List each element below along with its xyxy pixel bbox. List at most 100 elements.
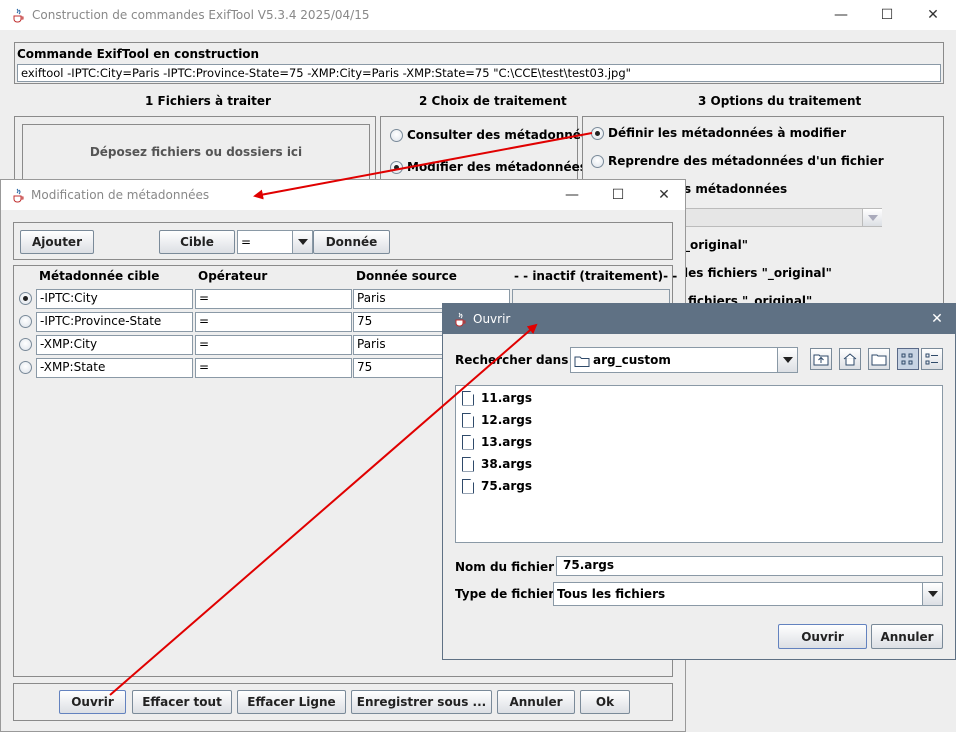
list-item[interactable]: 13.args bbox=[462, 432, 532, 452]
row-target-field[interactable]: -IPTC:City bbox=[36, 289, 193, 309]
details-view-button[interactable] bbox=[921, 348, 943, 370]
new-folder-icon bbox=[871, 354, 887, 366]
effacer-tout-button[interactable]: Effacer tout bbox=[132, 690, 232, 714]
modif-dialog-title: Modification de métadonnées bbox=[31, 188, 210, 202]
modif-close-button[interactable]: ✕ bbox=[641, 180, 687, 210]
ajouter-button[interactable]: Ajouter bbox=[20, 230, 94, 254]
section1-title: 1 Fichiers à traiter bbox=[145, 94, 271, 108]
java-cup-icon bbox=[452, 311, 468, 327]
look-in-label: Rechercher dans : bbox=[455, 353, 578, 367]
col-header-target: Métadonnée cible bbox=[39, 269, 160, 283]
modif-titlebar: Modification de métadonnées — ☐ ✕ bbox=[1, 180, 685, 210]
row-operator-field[interactable]: = bbox=[195, 358, 352, 378]
list-item[interactable]: 38.args bbox=[462, 454, 532, 474]
dropzone[interactable]: Déposez fichiers ou dossiers ici bbox=[22, 124, 370, 180]
options-partial-1: s métadonnées bbox=[684, 182, 788, 196]
list-item[interactable]: 12.args bbox=[462, 410, 532, 430]
file-icon bbox=[462, 456, 474, 472]
section2-title: 2 Choix de traitement bbox=[419, 94, 567, 108]
file-icon bbox=[462, 412, 474, 428]
section3-title: 3 Options du traitement bbox=[698, 94, 862, 108]
filetype-combo-arrow[interactable] bbox=[922, 583, 942, 605]
filename-field[interactable]: 75.args bbox=[556, 556, 943, 576]
folder-icon bbox=[574, 355, 590, 370]
open-titlebar: Ouvrir ✕ bbox=[443, 304, 955, 334]
list-view-icon bbox=[901, 353, 913, 365]
list-item[interactable]: 75.args bbox=[462, 476, 532, 496]
file-icon bbox=[462, 434, 474, 450]
open-ouvrir-button[interactable]: Ouvrir bbox=[778, 624, 867, 649]
main-titlebar: Construction de commandes ExifTool V5.3.… bbox=[0, 0, 956, 30]
cible-button[interactable]: Cible bbox=[159, 230, 235, 254]
row-target-field[interactable]: -XMP:State bbox=[36, 358, 193, 378]
details-view-icon bbox=[925, 353, 938, 365]
define-radio[interactable] bbox=[591, 127, 604, 140]
annuler-button[interactable]: Annuler bbox=[497, 690, 575, 714]
enregistrer-sous-button[interactable]: Enregistrer sous ... bbox=[351, 690, 492, 714]
minimize-button[interactable]: — bbox=[818, 0, 864, 30]
consult-radio[interactable] bbox=[390, 129, 403, 142]
consult-label: Consulter des métadonnées bbox=[407, 128, 597, 142]
look-in-combo[interactable]: arg_custom bbox=[570, 347, 798, 373]
minimize-icon: — bbox=[565, 187, 579, 203]
filetype-label: Type de fichier : bbox=[455, 587, 564, 601]
new-folder-button[interactable] bbox=[868, 348, 890, 370]
open-close-button[interactable]: ✕ bbox=[917, 304, 956, 334]
list-item[interactable]: 11.args bbox=[462, 388, 532, 408]
ouvrir-button[interactable]: Ouvrir bbox=[59, 690, 126, 714]
minimize-icon: — bbox=[834, 7, 848, 23]
row-operator-field[interactable]: = bbox=[195, 312, 352, 332]
row-operator-field[interactable]: = bbox=[195, 289, 352, 309]
row-select-radio[interactable] bbox=[19, 338, 32, 351]
row-select-radio[interactable] bbox=[19, 315, 32, 328]
modif-minimize-button[interactable]: — bbox=[549, 180, 595, 210]
modif-maximize-button[interactable]: ☐ bbox=[595, 180, 641, 210]
dropzone-label: Déposez fichiers ou dossiers ici bbox=[89, 145, 303, 159]
options-combo-arrow bbox=[862, 209, 882, 226]
java-cup-icon bbox=[10, 187, 26, 203]
command-field[interactable]: exiftool -IPTC:City=Paris -IPTC:Province… bbox=[17, 64, 941, 82]
up-folder-icon bbox=[813, 354, 829, 366]
filetype-combo[interactable]: Tous les fichiers bbox=[553, 582, 943, 606]
up-folder-button[interactable] bbox=[810, 348, 832, 370]
home-button[interactable] bbox=[839, 348, 861, 370]
maximize-button[interactable]: ☐ bbox=[864, 0, 910, 30]
open-annuler-button[interactable]: Annuler bbox=[871, 624, 943, 649]
col-header-operator: Opérateur bbox=[198, 269, 268, 283]
row-operator-field[interactable]: = bbox=[195, 335, 352, 355]
main-window-title: Construction de commandes ExifTool V5.3.… bbox=[32, 8, 370, 22]
filename-label: Nom du fichier : bbox=[455, 560, 563, 574]
command-panel: Commande ExifTool en construction exifto… bbox=[14, 42, 944, 84]
look-in-combo-arrow[interactable] bbox=[777, 348, 797, 372]
close-icon: ✕ bbox=[927, 7, 939, 23]
close-icon: ✕ bbox=[658, 187, 670, 203]
file-list[interactable]: 11.args 12.args 13.args 38.args 75.args bbox=[455, 385, 943, 543]
home-icon bbox=[843, 353, 857, 366]
file-icon bbox=[462, 478, 474, 494]
row-target-field[interactable]: -XMP:City bbox=[36, 335, 193, 355]
row-select-radio[interactable] bbox=[19, 361, 32, 374]
chevron-down-icon bbox=[297, 239, 308, 245]
look-in-value: arg_custom bbox=[593, 353, 671, 367]
row-select-radio[interactable] bbox=[19, 292, 32, 305]
define-label: Définir les métadonnées à modifier bbox=[608, 126, 846, 140]
file-icon bbox=[462, 390, 474, 406]
operator-combo-arrow[interactable] bbox=[292, 231, 312, 253]
options-combo-disabled bbox=[684, 208, 882, 227]
open-dialog: Ouvrir ✕ Rechercher dans : arg_custom 11… bbox=[442, 303, 956, 660]
close-button[interactable]: ✕ bbox=[910, 0, 956, 30]
row-target-field[interactable]: -IPTC:Province-State bbox=[36, 312, 193, 332]
modify-radio[interactable] bbox=[390, 161, 403, 174]
options-partial-3: les fichiers "_original" bbox=[684, 266, 832, 280]
effacer-ligne-button[interactable]: Effacer Ligne bbox=[237, 690, 346, 714]
list-view-button[interactable] bbox=[897, 348, 919, 370]
command-label: Commande ExifTool en construction bbox=[17, 47, 260, 61]
maximize-icon: ☐ bbox=[611, 187, 625, 203]
maximize-icon: ☐ bbox=[880, 7, 894, 23]
col-header-inactive: - - inactif (traitement)- - bbox=[514, 269, 678, 283]
donnee-button[interactable]: Donnée bbox=[313, 230, 390, 254]
close-icon: ✕ bbox=[931, 311, 943, 327]
ok-button[interactable]: Ok bbox=[580, 690, 630, 714]
reprise-radio[interactable] bbox=[591, 155, 604, 168]
reprise-label: Reprendre des métadonnées d'un fichier bbox=[608, 154, 884, 168]
